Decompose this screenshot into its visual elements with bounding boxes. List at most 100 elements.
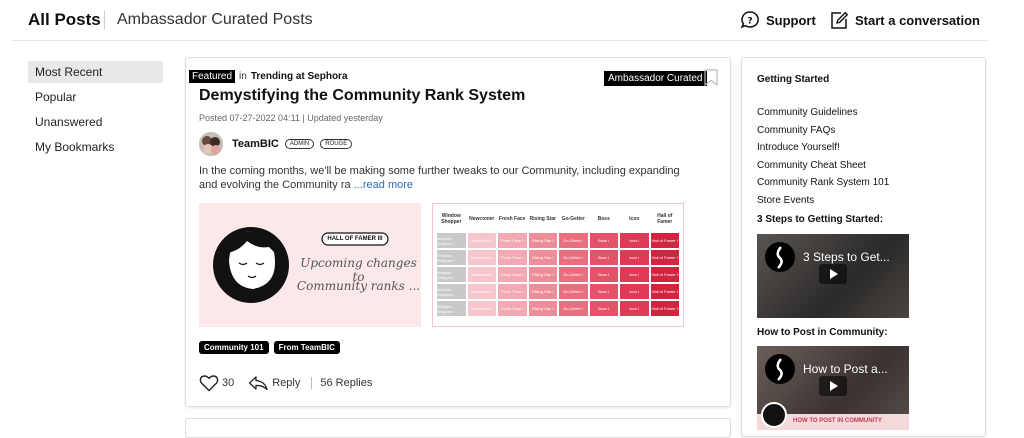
rank-table-cell: Hall of Famer I bbox=[650, 250, 679, 265]
post-image-rank-table[interactable]: Window Shopper Window Shopper I Window Sho… bbox=[432, 203, 684, 327]
rank-table-cell: Go-Getter I bbox=[559, 250, 588, 265]
link-introduce-yourself[interactable]: Introduce Yourself! bbox=[757, 139, 889, 157]
rank-table-header: Rising Star bbox=[529, 216, 556, 222]
rank-table-cell: Boss I bbox=[589, 267, 618, 282]
how-to-post-heading: How to Post in Community: bbox=[757, 327, 888, 338]
category-link[interactable]: Trending at Sephora bbox=[251, 71, 348, 82]
post-topline: Featured in Trending at Sephora bbox=[189, 70, 348, 83]
rank-table-header: Fresh Face bbox=[499, 216, 526, 222]
rank-table-cell: Rising Star I bbox=[528, 284, 557, 299]
rank-table-cell: Go-Getter I bbox=[559, 301, 588, 316]
getting-started-panel: Getting Started Community Guidelines Com… bbox=[741, 57, 986, 437]
rank-table-cell: Boss I bbox=[589, 284, 618, 299]
reply-label: Reply bbox=[272, 377, 301, 389]
next-post-card bbox=[185, 418, 731, 438]
post-image-upcoming-changes[interactable]: HALL OF FAMER III Upcoming changes to Co… bbox=[199, 203, 421, 327]
post-excerpt: In the coming months, we'll be making so… bbox=[199, 164, 699, 192]
reply-count[interactable]: 56 Replies bbox=[320, 377, 372, 389]
rank-table-cell: Newcomer I bbox=[467, 233, 496, 248]
bookmark-icon[interactable] bbox=[704, 69, 718, 86]
link-community-cheat-sheet[interactable]: Community Cheat Sheet bbox=[757, 157, 889, 175]
rank-table-header: Hall of Famer bbox=[657, 213, 673, 225]
start-conversation-label: Start a conversation bbox=[855, 12, 980, 28]
video-three-steps[interactable]: 3 Steps to Get... bbox=[757, 234, 909, 318]
page-title[interactable]: All Posts bbox=[28, 10, 101, 30]
nav-item-most-recent[interactable]: Most Recent bbox=[28, 61, 163, 83]
rank-table-cell: Newcomer I bbox=[467, 267, 496, 282]
rank-badge-admin: ADMIN bbox=[284, 139, 315, 149]
like-button[interactable]: 30 bbox=[199, 374, 234, 392]
post-excerpt-text: In the coming months, we'll be making so… bbox=[199, 165, 680, 191]
rank-table-header: Newcomer bbox=[469, 216, 495, 222]
tag-community-101[interactable]: Community 101 bbox=[199, 341, 269, 354]
link-community-faqs[interactable]: Community FAQs bbox=[757, 122, 889, 140]
nav-item-my-bookmarks[interactable]: My Bookmarks bbox=[28, 136, 163, 158]
page-header: All Posts Ambassador Curated Posts ? Sup… bbox=[0, 0, 1024, 41]
rank-table-cell: Boss I bbox=[589, 233, 618, 248]
play-icon[interactable] bbox=[819, 376, 847, 396]
post-title[interactable]: Demystifying the Community Rank System bbox=[199, 87, 525, 105]
post-meta: Posted 07-27-2022 04:11 | Updated yester… bbox=[199, 113, 383, 123]
rank-table-cell: Rising Star I bbox=[528, 267, 557, 282]
tag-from-teambic[interactable]: From TeamBIC bbox=[273, 341, 340, 354]
rank-table-header: Window Shopper bbox=[441, 213, 462, 225]
rank-table-cell: Window Shopper I bbox=[437, 233, 466, 248]
nav-item-popular[interactable]: Popular bbox=[28, 86, 163, 108]
rank-table-cell: Hall of Famer I bbox=[650, 284, 679, 299]
avatar-image bbox=[199, 132, 223, 156]
author-name[interactable]: TeamBIC bbox=[232, 138, 279, 150]
avatar[interactable] bbox=[199, 132, 223, 156]
side-navigation: Most Recent Popular Unanswered My Bookma… bbox=[28, 61, 163, 161]
getting-started-heading: Getting Started bbox=[757, 74, 830, 85]
post-card: Featured in Trending at Sephora Ambassad… bbox=[185, 57, 731, 407]
post-author: TeamBIC ADMIN ROUGE bbox=[199, 132, 353, 156]
link-community-rank-system-101[interactable]: Community Rank System 101 bbox=[757, 174, 889, 192]
rank-table-cell: Window Shopper I bbox=[437, 284, 466, 299]
hall-of-famer-badge: HALL OF FAMER III bbox=[327, 236, 383, 242]
rank-badge-rouge: ROUGE bbox=[320, 139, 353, 149]
rank-table: Window Shopper Window Shopper I Window Sho… bbox=[436, 207, 680, 323]
header-divider bbox=[104, 10, 105, 30]
rank-table-cell: Fresh Face I bbox=[498, 267, 527, 282]
chat-question-icon: ? bbox=[740, 11, 759, 29]
post-tags: Community 101 From TeamBIC bbox=[199, 341, 340, 354]
sephora-logo-icon bbox=[765, 354, 795, 384]
three-steps-heading: 3 Steps to Getting Started: bbox=[757, 214, 884, 225]
rank-table-cell: Hall of Famer I bbox=[650, 267, 679, 282]
rank-table-cell: Window Shopper I bbox=[437, 250, 466, 265]
rank-table-cell: Icon I bbox=[620, 250, 649, 265]
getting-started-links: Community Guidelines Community FAQs Intr… bbox=[757, 104, 889, 209]
rank-table-cell: Rising Star I bbox=[528, 250, 557, 265]
header-rule bbox=[12, 40, 987, 41]
reply-button[interactable]: Reply bbox=[248, 375, 300, 391]
video-how-to-post[interactable]: How to Post a... HOW TO POST IN COMMUNIT… bbox=[757, 346, 909, 430]
how-to-post-caption: HOW TO POST IN COMMUNITY bbox=[793, 418, 882, 424]
support-button[interactable]: ? Support bbox=[740, 10, 816, 30]
read-more-link[interactable]: ...read more bbox=[354, 179, 413, 191]
avatar-illustration-icon bbox=[761, 402, 787, 428]
compose-icon bbox=[831, 11, 849, 29]
actions-separator bbox=[311, 377, 313, 389]
support-label: Support bbox=[766, 12, 816, 28]
link-community-guidelines[interactable]: Community Guidelines bbox=[757, 104, 889, 122]
rank-table-cell: Go-Getter I bbox=[559, 284, 588, 299]
video-how-to-post-title: How to Post a... bbox=[803, 362, 888, 376]
image-caption-line-2: Community ranks ... bbox=[296, 279, 421, 293]
rank-table-cell: Newcomer I bbox=[467, 284, 496, 299]
rank-table-cell: Fresh Face I bbox=[498, 284, 527, 299]
reply-arrow-icon bbox=[249, 376, 268, 391]
start-conversation-button[interactable]: Start a conversation bbox=[829, 10, 980, 30]
rank-table-cell: Go-Getter I bbox=[559, 233, 588, 248]
rank-table-header: Boss bbox=[597, 216, 610, 222]
ambassador-curated-badge: Ambassador Curated bbox=[604, 71, 707, 86]
rank-table-cell: Icon I bbox=[620, 284, 649, 299]
nav-item-unanswered[interactable]: Unanswered bbox=[28, 111, 163, 133]
play-icon[interactable] bbox=[819, 264, 847, 284]
rank-table-cell: Fresh Face I bbox=[498, 250, 527, 265]
post-actions: 30 Reply 56 Replies bbox=[199, 374, 372, 392]
rank-table-cell: Icon I bbox=[620, 233, 649, 248]
rank-table-cell: Boss I bbox=[589, 301, 618, 316]
rank-table-header: Go-Getter bbox=[561, 216, 585, 222]
link-store-events[interactable]: Store Events bbox=[757, 192, 889, 210]
rank-table-cell: Window Shopper I bbox=[437, 267, 466, 282]
